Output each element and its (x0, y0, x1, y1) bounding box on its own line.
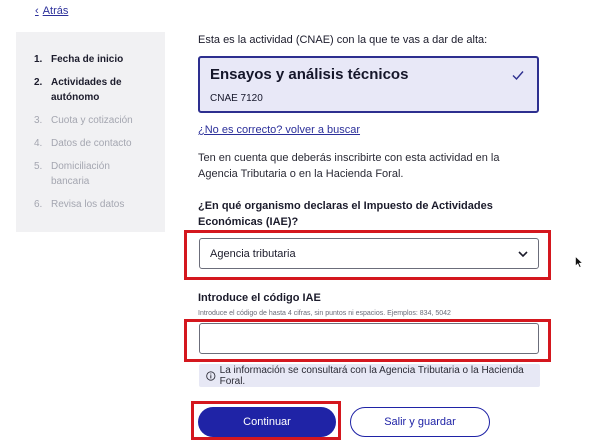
step-number: 5. (34, 161, 43, 172)
iae-code-label: Introduce el código IAE (198, 292, 321, 304)
check-icon (512, 71, 524, 81)
step-label: Datos de contacto (51, 138, 132, 149)
step-label: Domiciliación bancaria (51, 161, 110, 187)
activity-title: Ensayos y análisis técnicos (210, 66, 409, 83)
continue-button[interactable]: Continuar (198, 407, 336, 437)
step-label: Fecha de inicio (51, 54, 124, 65)
mouse-cursor-icon (575, 256, 583, 268)
iae-organism-select[interactable]: Agencia tributaria (199, 238, 539, 269)
registration-info: Ten en cuenta que deberás inscribirte co… (198, 152, 500, 180)
chevron-down-icon (518, 250, 528, 257)
step-number: 3. (34, 115, 43, 126)
step-item: 4. Datos de contacto (34, 136, 165, 151)
step-item: 6. Revisa los datos (34, 197, 165, 212)
step-number: 4. (34, 138, 43, 149)
notice-text: La información se consultará con la Agen… (219, 364, 524, 387)
step-item: 3. Cuota y cotización (34, 113, 165, 128)
step-item: 1. Fecha de inicio (34, 52, 165, 67)
back-link-label: Atrás (42, 5, 69, 17)
save-exit-button[interactable]: Salir y guardar (350, 407, 490, 437)
iae-code-hint: Introduce el código de hasta 4 cifras, s… (198, 310, 451, 317)
step-number: 6. (34, 199, 43, 210)
step-label: Revisa los datos (51, 199, 125, 210)
activity-card: Ensayos y análisis técnicos CNAE 7120 (198, 56, 539, 113)
select-value: Agencia tributaria (210, 247, 296, 260)
step-number: 2. (34, 77, 43, 88)
chevron-left-icon: ‹ (35, 5, 39, 17)
info-icon (206, 370, 216, 381)
iae-question: ¿En qué organismo declaras el Impuesto d… (198, 200, 493, 228)
activity-intro: Esta es la actividad (CNAE) con la que t… (198, 34, 488, 46)
step-item: 5. Domiciliación bancaria (34, 159, 165, 189)
steps-sidebar: 1. Fecha de inicio 2. Actividades de aut… (16, 32, 165, 232)
activity-code: CNAE 7120 (210, 93, 263, 104)
info-notice: La información se consultará con la Agen… (199, 364, 540, 387)
step-number: 1. (34, 54, 43, 65)
search-again-link[interactable]: ¿No es correcto? volver a buscar (198, 124, 360, 136)
back-link[interactable]: ‹ Atrás (35, 5, 68, 17)
step-item: 2. Actividades de autónomo (34, 75, 165, 105)
step-label: Actividades de autónomo (51, 77, 122, 103)
step-label: Cuota y cotización (51, 115, 133, 126)
iae-code-input[interactable] (199, 323, 539, 354)
